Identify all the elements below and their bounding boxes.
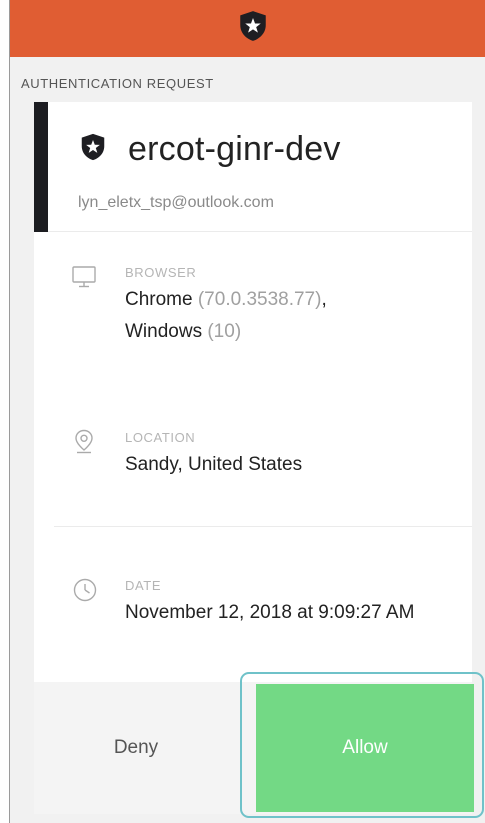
date-label: DATE [125,578,162,593]
app-title-row: ercot-ginr-dev [78,130,341,169]
browser-label: BROWSER [125,265,197,280]
date-value: November 12, 2018 at 9:09:27 AM [125,602,415,623]
location-value: Sandy, United States [125,454,303,475]
location-label: LOCATION [125,430,196,445]
shield-star-icon [236,9,270,48]
action-bar: Deny Allow [34,672,484,818]
app-name: ercot-ginr-dev [128,130,341,168]
browser-version: (70.0.3538.77) [197,289,322,310]
os-version: (10) [207,321,242,342]
monitor-icon [71,264,97,290]
request-card: ercot-ginr-dev lyn_eletx_tsp@outlook.com… [34,102,484,818]
allow-button[interactable]: Allow [256,684,474,812]
app-frame: AUTHENTICATION REQUEST ercot-ginr-dev ly… [9,0,485,823]
browser-value: Chrome (70.0.3538.77), Windows (10) [125,284,327,348]
header-bar [10,0,485,57]
user-email: lyn_eletx_tsp@outlook.com [78,194,274,211]
deny-button[interactable]: Deny [34,682,238,814]
section-title: AUTHENTICATION REQUEST [21,76,214,91]
clock-icon [72,577,98,603]
divider [54,526,472,527]
divider [48,231,472,232]
map-pin-icon [71,428,97,454]
allow-button-focus-ring: Allow [240,672,484,818]
shield-star-icon [78,132,128,167]
card-accent-bar [34,102,48,232]
os-name: Windows [125,321,203,342]
browser-name: Chrome [125,289,193,310]
browser-comma: , [321,289,327,310]
